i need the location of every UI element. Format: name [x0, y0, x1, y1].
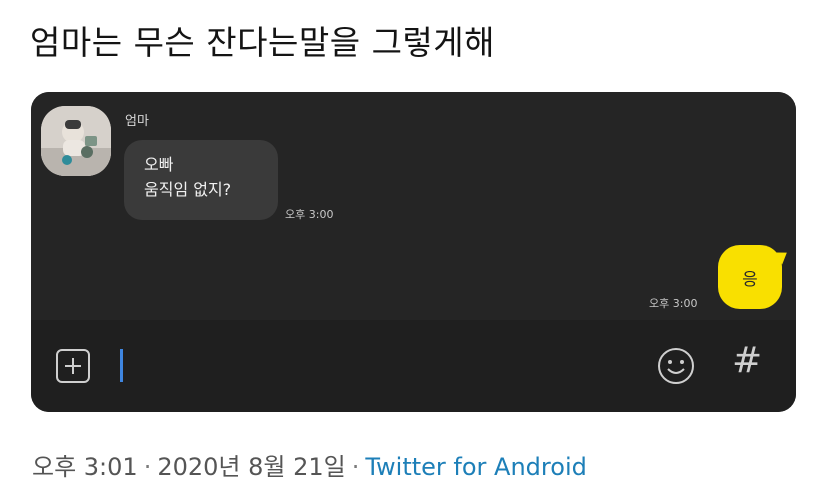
incoming-message-time: 오후 3:00: [285, 208, 334, 221]
chat-area: 엄마 오빠 움직임 없지? 오후 3:00 오후 3:00 응: [31, 92, 796, 320]
outgoing-message-bubble[interactable]: 응: [718, 245, 791, 309]
tweet-date[interactable]: 2020년 8월 21일: [157, 453, 345, 481]
message-line: 움직임 없지?: [144, 180, 232, 199]
tweet-text: 엄마는 무슨 잔다는말을 그렇게해: [30, 23, 496, 62]
separator: ·: [351, 453, 360, 481]
smiley-icon[interactable]: [656, 346, 696, 386]
tweet-metadata: 오후 3:01 · 2020년 8월 21일 · Twitter for Android: [32, 447, 587, 482]
plus-square-icon[interactable]: [55, 348, 91, 384]
text-input-caret[interactable]: [120, 349, 123, 382]
message-input-bar: #: [31, 320, 796, 412]
hashtag-search-button[interactable]: #: [732, 340, 762, 381]
chat-screenshot: 엄마 오빠 움직임 없지? 오후 3:00 오후 3:00 응 #: [31, 92, 796, 412]
separator: ·: [143, 453, 152, 481]
message-text: 응: [742, 269, 758, 290]
outgoing-message-time: 오후 3:00: [649, 297, 698, 310]
avatar-photo: [41, 106, 111, 176]
message-line: 오빠: [144, 155, 174, 174]
tweet-time[interactable]: 오후 3:01: [32, 453, 138, 481]
incoming-message-bubble[interactable]: 오빠 움직임 없지?: [124, 140, 278, 220]
sender-name: 엄마: [125, 114, 149, 129]
avatar[interactable]: [41, 106, 111, 176]
bubble-tail: [775, 247, 791, 265]
tweet-source-link[interactable]: Twitter for Android: [365, 453, 586, 481]
